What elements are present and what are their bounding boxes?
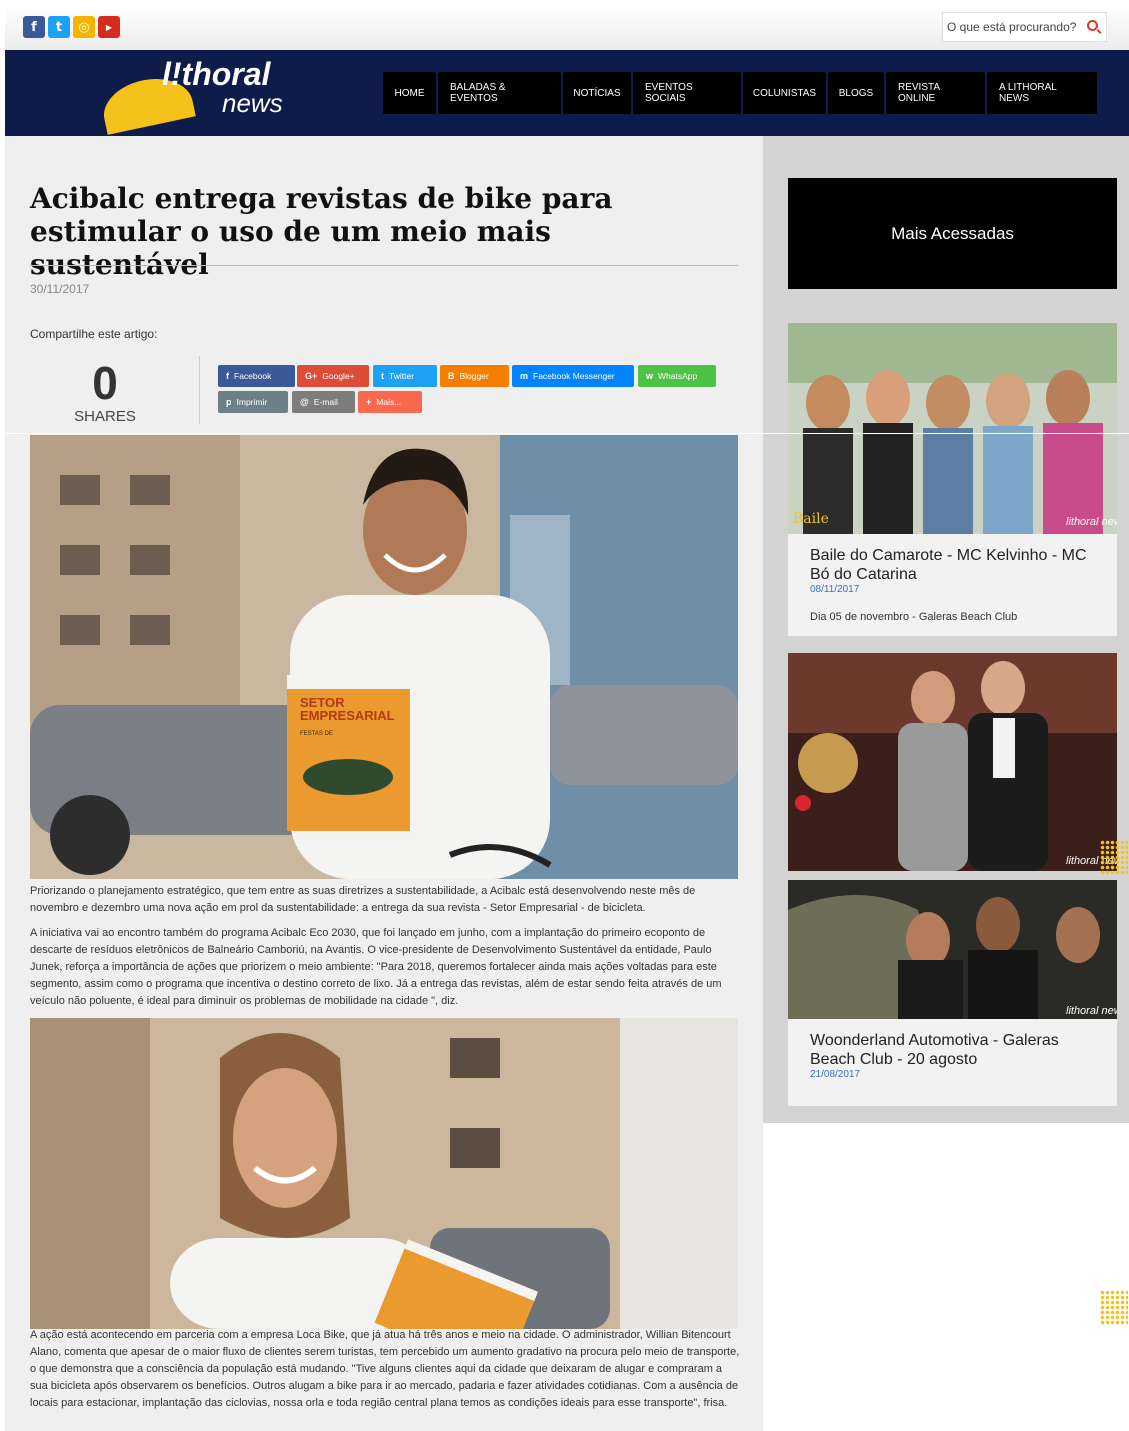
- nav-item-revista[interactable]: REVISTA ONLINE: [886, 72, 985, 114]
- email-icon: @: [300, 397, 309, 407]
- facebook-icon[interactable]: f: [23, 16, 45, 38]
- twitter-icon[interactable]: t: [48, 16, 70, 38]
- search-placeholder: O que está procurando?: [947, 20, 1077, 34]
- search-input[interactable]: O que está procurando?: [942, 12, 1107, 42]
- card-date: 08/11/2017: [810, 584, 860, 595]
- photo-man-with-magazine: SETOR EMPRESARIAL FESTAS DE: [30, 435, 738, 879]
- nav-item-noticias[interactable]: NOTÍCIAS: [563, 72, 631, 114]
- sidebar-card-1[interactable]: Baile lithoral news Baile do Camarote - …: [788, 323, 1117, 636]
- share-more-button[interactable]: + Mais...: [358, 391, 422, 413]
- sidebar-card-3[interactable]: lithoral news Woonderland Automotiva - G…: [788, 880, 1117, 1106]
- share-label: Compartilhe este artigo:: [30, 327, 158, 341]
- nav-item-home[interactable]: HOME: [383, 72, 436, 114]
- title-divider: [30, 265, 738, 266]
- card-watermark: lithoral news: [1066, 516, 1117, 528]
- share-blogger-button[interactable]: B Blogger: [440, 365, 509, 387]
- sidebar: Mais Acessadas Baile lithoral news Baile…: [763, 136, 1129, 1123]
- share-separator: [199, 356, 200, 424]
- share-twitter-button[interactable]: t Twitter: [373, 365, 437, 387]
- share-button-label: Google+: [322, 371, 355, 381]
- plus-icon: +: [366, 397, 372, 407]
- most-viewed-heading: Mais Acessadas: [788, 178, 1117, 289]
- search-icon[interactable]: [1087, 20, 1098, 31]
- share-print-button[interactable]: p Imprimir: [218, 391, 288, 413]
- card-image: Baile lithoral news: [788, 323, 1117, 534]
- nav-item-baladas[interactable]: BALADAS & EVENTOS: [438, 72, 561, 114]
- card-image: lithoral news: [788, 653, 1117, 871]
- share-button-label: WhatsApp: [658, 371, 698, 381]
- share-count: 0: [92, 357, 118, 409]
- share-button-label: Imprimir: [236, 397, 268, 407]
- header: l!thoral news HOME BALADAS & EVENTOS NOT…: [5, 50, 1129, 136]
- decorative-dots-icon: [1100, 1290, 1128, 1326]
- share-facebook-button[interactable]: f Facebook: [218, 365, 295, 387]
- share-messenger-button[interactable]: m Facebook Messenger: [512, 365, 634, 387]
- facebook-icon: f: [226, 371, 229, 381]
- share-button-label: Blogger: [459, 371, 489, 381]
- card-watermark: lithoral news: [1066, 1005, 1117, 1017]
- sidebar-card-2[interactable]: lithoral news: [788, 653, 1117, 871]
- share-whatsapp-button[interactable]: w WhatsApp: [638, 365, 716, 387]
- decorative-dots-icon: [1100, 840, 1128, 876]
- page-divider-line: [0, 433, 1129, 434]
- article-column: Acibalc entrega revistas de bike para es…: [5, 136, 763, 1431]
- card-image: lithoral news: [788, 880, 1117, 1019]
- card-date: 21/08/2017: [810, 1069, 861, 1080]
- twitter-icon: t: [381, 371, 384, 381]
- messenger-icon: m: [520, 371, 529, 381]
- article-paragraph-1: Priorizando o planejamento estratégico, …: [30, 885, 696, 914]
- share-button-label: Facebook: [234, 371, 272, 381]
- article-photo-1: SETOR EMPRESARIAL FESTAS DE: [30, 435, 738, 879]
- youtube-icon[interactable]: ▶: [98, 16, 120, 38]
- card-description: Dia 05 de novembro - Galeras Beach Club: [810, 611, 1018, 623]
- site-logo[interactable]: l!thoral news: [98, 56, 310, 135]
- googleplus-icon: G+: [305, 371, 318, 381]
- photo-party-group: Baile lithoral news: [788, 323, 1117, 534]
- share-counter: 0 SHARES: [55, 358, 155, 425]
- main-nav: HOME BALADAS & EVENTOS NOTÍCIAS EVENTOS …: [383, 72, 1097, 114]
- share-button-label: Twitter: [389, 371, 415, 381]
- magazine-title-line2: EMPRESARIAL: [300, 708, 395, 723]
- card-watermark-baile: Baile: [793, 511, 829, 527]
- magazine-title-line3: FESTAS DE: [300, 731, 333, 737]
- photo-woman-with-magazine: [30, 1018, 738, 1329]
- article-paragraph-2: A iniciativa vai ao encontro também do p…: [30, 927, 722, 1007]
- photo-two-men-gala: lithoral news: [788, 653, 1117, 871]
- social-links: f t ◎ ▶: [23, 16, 120, 38]
- article-date: 30/11/2017: [30, 282, 90, 296]
- blogger-icon: B: [448, 371, 455, 381]
- nav-item-lithoral[interactable]: A LITHORAL NEWS: [987, 72, 1097, 114]
- share-googleplus-button[interactable]: G+ Google+: [297, 365, 369, 387]
- nav-item-colunistas[interactable]: COLUNISTAS: [743, 72, 826, 114]
- article-photo-2: [30, 1018, 738, 1329]
- card-title[interactable]: Woonderland Automotiva - Galeras Beach C…: [788, 1019, 1117, 1069]
- photo-party-crowd: lithoral news: [788, 880, 1117, 1019]
- share-button-label: E-mail: [313, 397, 338, 407]
- logo-sub: news: [222, 88, 283, 118]
- article-title: Acibalc entrega revistas de bike para es…: [30, 182, 613, 281]
- share-email-button[interactable]: @ E-mail: [292, 391, 355, 413]
- share-count-label: SHARES: [74, 408, 136, 425]
- card-title[interactable]: Baile do Camarote - MC Kelvinho - MC Bó …: [788, 534, 1117, 584]
- nav-item-eventos-sociais[interactable]: EVENTOS SOCIAIS: [633, 72, 741, 114]
- whatsapp-icon: w: [646, 371, 654, 381]
- share-button-label: Facebook Messenger: [533, 371, 615, 381]
- top-bar: f t ◎ ▶ O que está procurando?: [5, 5, 1129, 50]
- nav-item-blogs[interactable]: BLOGS: [828, 72, 884, 114]
- instagram-icon[interactable]: ◎: [73, 16, 95, 38]
- share-button-label: Mais...: [376, 397, 402, 407]
- article-paragraph-3: A ação está acontecendo em parceria com …: [30, 1329, 740, 1409]
- print-icon: p: [226, 397, 232, 407]
